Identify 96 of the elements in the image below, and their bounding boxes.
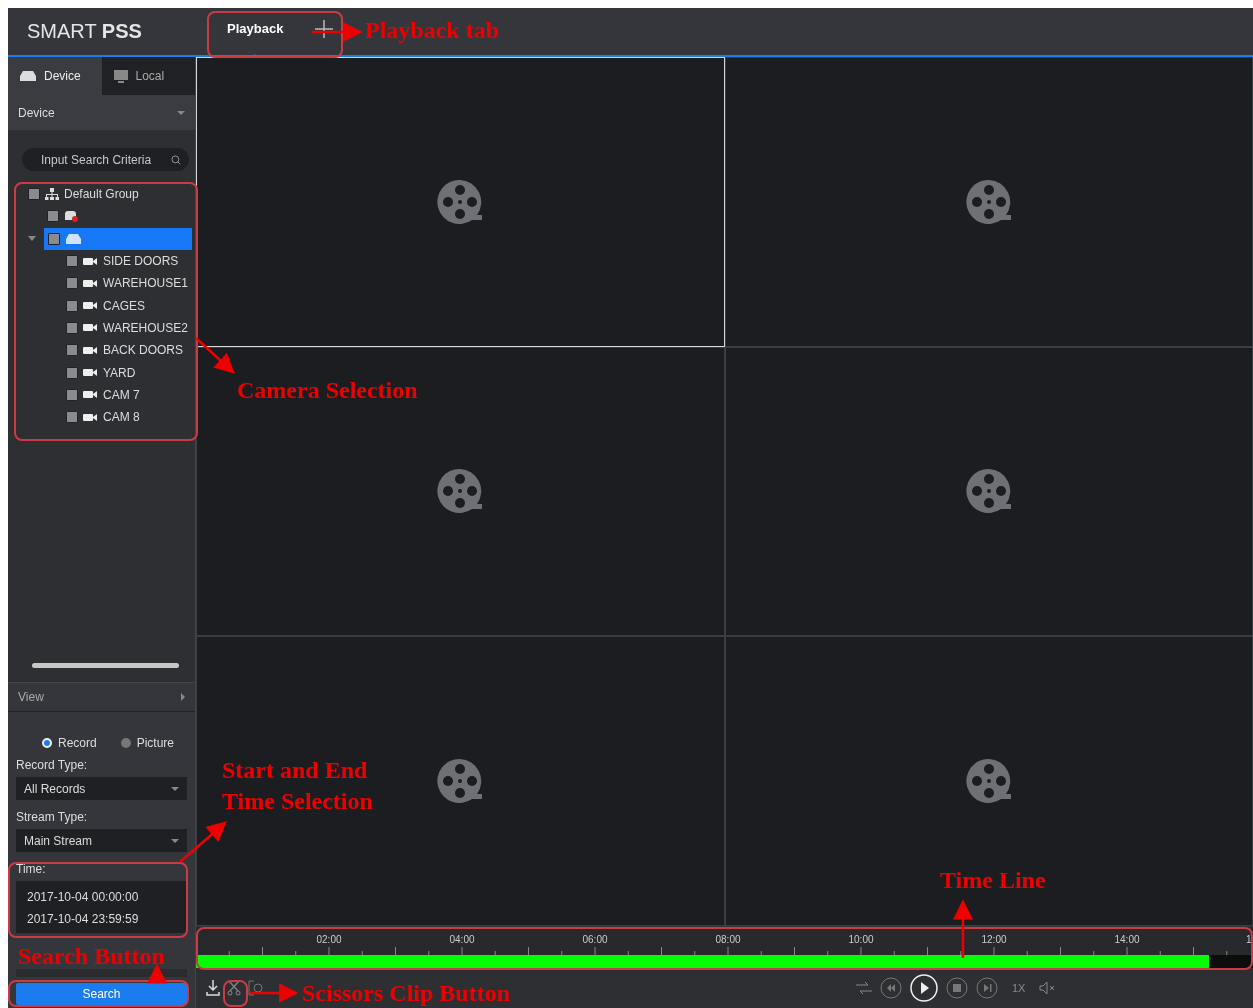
annotation-label: Scissors Clip Button <box>302 979 511 1008</box>
camera-icon <box>83 323 98 333</box>
field-label: Record Type: <box>16 758 89 772</box>
time-tick-label: 08:00 <box>715 934 741 945</box>
expand-caret-icon[interactable] <box>28 236 36 242</box>
time-tick-label: 02:00 <box>316 934 342 945</box>
play-icon[interactable] <box>910 974 938 1002</box>
sync-icon[interactable] <box>856 981 872 995</box>
search-button[interactable]: Search <box>16 983 187 1005</box>
camera-icon <box>83 368 98 377</box>
annotation-label: Start and End Time Selection <box>222 756 373 816</box>
film-reel-icon <box>436 757 485 806</box>
start-time-field[interactable]: 2017-10-04 00:00:00 <box>27 886 187 908</box>
sidebar-tab[interactable]: Device <box>8 57 102 95</box>
tree-item-label[interactable]: CAM 7 <box>103 387 140 402</box>
video-cell[interactable] <box>724 636 1253 926</box>
checkbox[interactable] <box>66 344 78 357</box>
callout-arrow <box>195 337 235 374</box>
end-time-field[interactable]: 2017-10-04 23:59:59 <box>27 908 187 930</box>
tree-item-label[interactable]: CAGES <box>103 298 145 313</box>
field-label: Stream Type: <box>16 810 89 824</box>
monitor-icon <box>113 69 128 83</box>
checkbox[interactable] <box>66 366 78 379</box>
time-tick-label: 12:00 <box>981 934 1007 945</box>
add-tab-icon[interactable] <box>315 19 334 38</box>
scissors-icon[interactable] <box>226 980 242 996</box>
scrollbar[interactable] <box>32 663 179 668</box>
checkbox[interactable] <box>48 232 60 245</box>
tree-item-label[interactable]: BACK DOORS <box>103 343 183 358</box>
camera-icon <box>83 256 98 266</box>
annotation-label: Camera Selection <box>237 376 418 405</box>
record-type-select[interactable]: All Records <box>16 777 187 800</box>
network-icon <box>45 188 59 201</box>
tree-item-label[interactable]: Default Group <box>64 187 139 202</box>
callout-arrow <box>953 899 973 958</box>
annotation-label: Time Line <box>940 866 1046 895</box>
video-cell[interactable] <box>196 636 725 926</box>
view-section-header[interactable]: View <box>8 682 195 712</box>
checkbox[interactable] <box>66 321 78 334</box>
camera-icon <box>83 278 98 288</box>
callout-arrow <box>312 22 363 42</box>
mute-icon[interactable] <box>1039 981 1056 995</box>
stream-type-select[interactable]: Main Stream <box>16 829 187 852</box>
camera-icon <box>83 301 98 311</box>
callout-arrow <box>147 963 167 984</box>
annotation-label: Playback tab <box>365 16 499 45</box>
search-field[interactable]: Input Search Criteria <box>22 148 189 171</box>
recorder-icon <box>66 233 81 244</box>
callout-arrow <box>250 983 299 1003</box>
time-tick-label: 10:00 <box>848 934 874 945</box>
film-reel-icon <box>964 467 1013 516</box>
device-dropdown[interactable]: Device <box>8 95 195 130</box>
magnifier-frame-icon[interactable] <box>248 980 264 996</box>
annotation-label: Search Button <box>18 944 165 968</box>
camera-icon <box>83 390 98 400</box>
camera-icon <box>83 412 98 422</box>
time-tick-label: 04:00 <box>449 934 475 945</box>
speed-label[interactable]: 1X <box>1012 982 1026 994</box>
checkbox[interactable] <box>66 277 78 290</box>
film-reel-icon <box>964 757 1013 806</box>
tree-item-label[interactable]: SIDE DOORS <box>103 254 179 269</box>
camera-icon <box>83 345 98 355</box>
checkbox[interactable] <box>66 411 78 424</box>
checkbox[interactable] <box>28 188 40 201</box>
tree-item-label[interactable]: WAREHOUSE1 <box>103 276 188 291</box>
checkbox[interactable] <box>47 210 59 223</box>
highlight-frame <box>223 980 248 1007</box>
tree-item-label[interactable]: YARD <box>103 365 136 380</box>
video-cell[interactable] <box>724 346 1253 637</box>
film-reel-icon <box>436 177 485 226</box>
video-cell[interactable] <box>196 346 725 637</box>
checkbox[interactable] <box>66 255 78 268</box>
tree-item-label[interactable]: WAREHOUSE2 <box>103 320 188 335</box>
time-tick-label: 14:00 <box>1114 934 1140 945</box>
selected-tree-row[interactable] <box>44 227 192 250</box>
time-tick-label: 06:00 <box>582 934 608 945</box>
checkbox[interactable] <box>66 388 78 401</box>
callout-arrow <box>179 821 227 863</box>
film-reel-icon <box>964 177 1013 226</box>
radio-option[interactable]: Record <box>42 736 97 750</box>
timeline[interactable]: 02:00 04:00 06:00 08:00 10:00 12:00 14:00 1 <box>196 926 1253 968</box>
radio-option[interactable]: Picture <box>120 736 175 750</box>
checkbox[interactable] <box>66 299 78 312</box>
recorder-icon <box>20 71 36 81</box>
download-icon[interactable] <box>206 980 220 996</box>
field-label: Time: <box>16 862 47 876</box>
tree-item-label[interactable]: CAM 8 <box>103 410 140 425</box>
video-cell[interactable] <box>724 57 1253 347</box>
stop-icon[interactable] <box>946 977 968 999</box>
film-reel-icon <box>436 467 485 516</box>
rewind-icon[interactable] <box>880 977 902 999</box>
sidebar-tab[interactable]: Local <box>101 57 195 95</box>
time-tick-label: 1 <box>1246 934 1252 945</box>
app-logo: SMART PSS <box>26 20 143 43</box>
offline-device-icon <box>64 210 79 223</box>
next-frame-icon[interactable] <box>976 977 998 999</box>
